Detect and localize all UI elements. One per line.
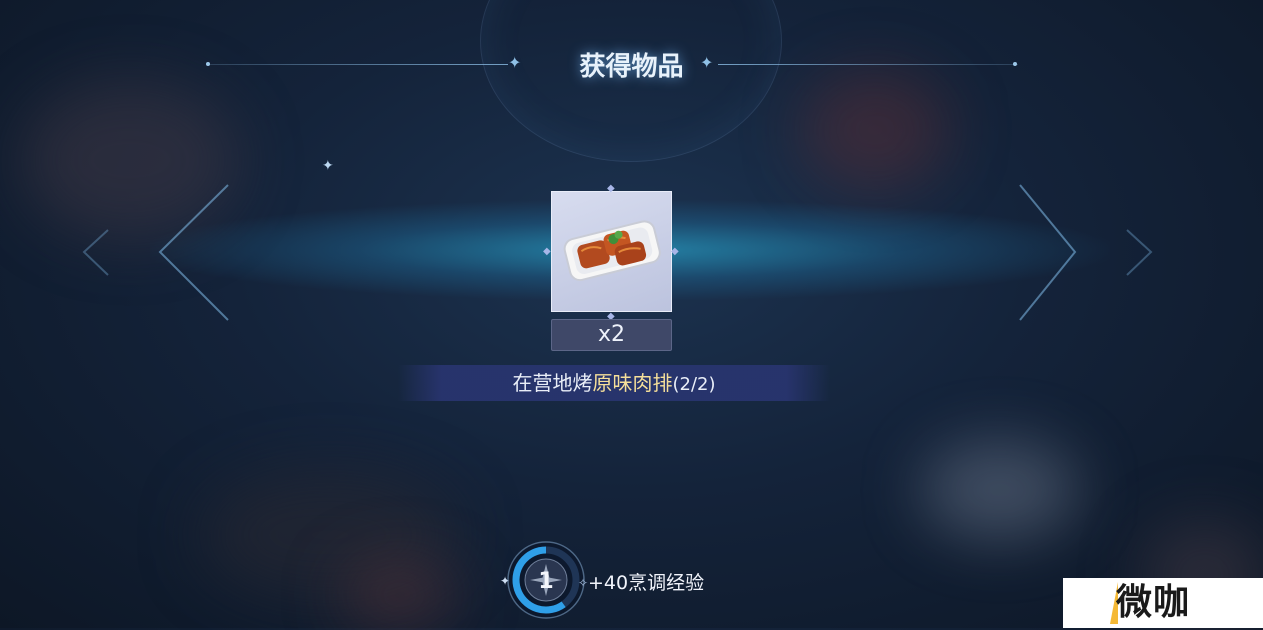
- item-quantity: x2: [551, 319, 672, 351]
- watermark-logo: 微咖: [1116, 582, 1191, 623]
- divider-dot: [1013, 62, 1017, 66]
- experience-gain: +40烹调经验: [588, 572, 705, 594]
- sparkle-icon: ✧: [578, 576, 588, 590]
- diamond-icon: ◆: [607, 183, 615, 194]
- grilled-meat-plate-icon: [563, 220, 661, 282]
- sparkle-icon: ✦: [322, 158, 334, 174]
- background-blur: [340, 560, 460, 630]
- title-divider-left: [208, 64, 508, 65]
- diamond-icon: ◆: [671, 246, 679, 257]
- task-description: 在营地烤原味肉排(2/2): [398, 365, 830, 401]
- chevron-left-icon: [82, 184, 229, 321]
- cooking-level: 1: [538, 569, 553, 594]
- task-item-name: 原味肉排: [592, 371, 673, 395]
- item-card[interactable]: [551, 191, 672, 312]
- cooking-level-ring: ✦ 1 ✧: [500, 541, 588, 619]
- diamond-icon: ◆: [543, 246, 551, 257]
- task-progress: (2/2): [672, 374, 716, 395]
- task-prefix: 在营地烤: [512, 371, 593, 395]
- divider-dot: [206, 62, 210, 66]
- chevron-right-icon: [1019, 184, 1153, 321]
- title-divider-right: [718, 64, 1018, 65]
- popup-title: 获得物品: [579, 52, 684, 82]
- background-blur: [920, 440, 1080, 540]
- background-blur: [800, 70, 950, 190]
